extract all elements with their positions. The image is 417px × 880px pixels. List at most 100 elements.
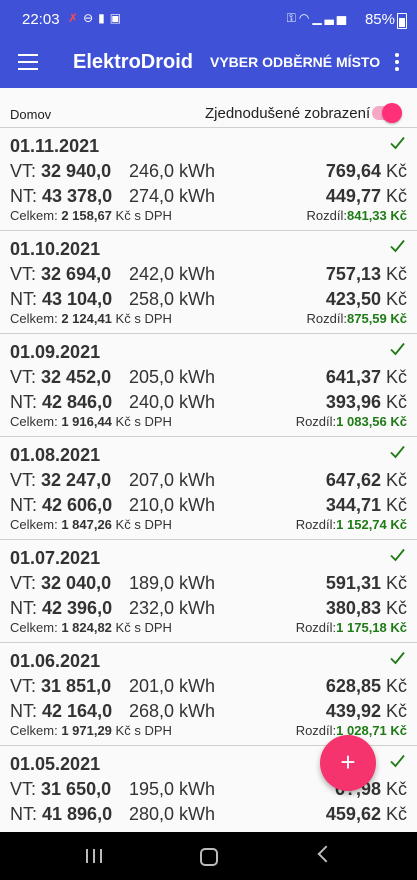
add-reading-button[interactable]: +: [320, 735, 376, 791]
diff-value: 1 175,18 Kč: [336, 620, 407, 635]
total-label: Celkem:: [10, 723, 58, 738]
nt-currency: Kč: [385, 804, 407, 824]
total-value: 1 916,44: [61, 414, 112, 429]
nt-row: NT: 42 396,0: [10, 598, 112, 619]
total-label: Celkem:: [10, 414, 58, 429]
entry-total: Celkem: 2 124,41 Kč s DPH: [10, 311, 172, 326]
simplified-view-toggle[interactable]: [368, 103, 402, 123]
nt-meter: 42 606,0: [42, 495, 113, 515]
nt-meter: 43 378,0: [42, 186, 113, 206]
entry-date: 01.10.2021: [10, 239, 101, 259]
system-icons: ⚿◠▁▃▅: [287, 11, 349, 26]
nt-price: 459,62 Kč: [326, 804, 407, 825]
vt-price-value: 647,62: [325, 470, 381, 490]
vt-meter: 32 940,0: [41, 161, 112, 181]
vt-price: 628,85 Kč: [326, 676, 407, 697]
diff-label: Rozdíl:: [306, 208, 347, 223]
chart-icon: ▮: [98, 11, 110, 25]
vt-row: VT: 31 650,0: [10, 779, 111, 800]
vt-label: VT:: [10, 779, 37, 799]
nt-currency: Kč: [385, 392, 407, 412]
readings-list[interactable]: 01.11.2021 VT: 32 940,0 246,0 kWh 769,64…: [0, 127, 417, 831]
reading-entry[interactable]: 01.09.2021 VT: 32 452,0 205,0 kWh 641,37…: [0, 333, 417, 436]
vt-currency: Kč: [385, 573, 407, 593]
vt-currency: Kč: [385, 676, 407, 696]
vt-price-value: 641,37: [325, 367, 381, 387]
nt-currency: Kč: [385, 289, 407, 309]
more-options-icon[interactable]: [395, 53, 399, 74]
vt-price-value: 628,85: [325, 676, 381, 696]
vt-price: 647,62 Kč: [326, 470, 407, 491]
nt-kwh: 280,0 kWh: [129, 804, 216, 824]
reading-entry[interactable]: 01.06.2021 VT: 31 851,0 201,0 kWh 628,85…: [0, 642, 417, 745]
reading-entry[interactable]: 01.11.2021 VT: 32 940,0 246,0 kWh 769,64…: [0, 127, 417, 230]
nt-price-value: 449,77: [325, 186, 381, 206]
back-icon[interactable]: [317, 845, 335, 863]
vt-price: 591,31 Kč: [326, 573, 407, 594]
nt-price-value: 380,83: [325, 598, 381, 618]
home-icon[interactable]: [200, 848, 218, 866]
vt-label: VT:: [10, 676, 37, 696]
recents-icon[interactable]: [86, 849, 102, 863]
check-icon: [390, 651, 405, 665]
nt-kwh: 274,0 kWh: [129, 186, 216, 206]
reading-entry[interactable]: 01.08.2021 VT: 32 247,0 207,0 kWh 647,62…: [0, 436, 417, 539]
vt-kwh: 246,0 kWh: [129, 161, 216, 181]
nt-row: NT: 43 104,0: [10, 289, 112, 310]
total-value: 1 824,82: [61, 620, 112, 635]
total-label: Celkem:: [10, 620, 58, 635]
app-bar: ElektroDroid VYBER ODBĚRNÉ MÍSTO: [0, 40, 417, 88]
nt-currency: Kč: [385, 598, 407, 618]
entry-diff: Rozdíl:1 175,18 Kč: [296, 620, 407, 635]
diff-value: 875,59 Kč: [347, 311, 407, 326]
vt-kwh: 242,0 kWh: [129, 264, 216, 284]
nt-kwh: 210,0 kWh: [129, 495, 216, 515]
nt-price: 344,71 Kč: [326, 495, 407, 516]
battery-percent: 85%: [364, 11, 395, 28]
vt-kwh: 201,0 kWh: [129, 676, 216, 696]
entry-total: Celkem: 1 971,29 Kč s DPH: [10, 723, 172, 738]
vt-currency: Kč: [385, 779, 407, 799]
vt-label: VT:: [10, 367, 37, 387]
check-icon: [390, 548, 405, 562]
vt-kwh: 189,0 kWh: [129, 573, 216, 593]
vt-kwh: 195,0 kWh: [129, 779, 216, 799]
nt-price-value: 439,92: [325, 701, 381, 721]
nt-price-value: 459,62: [325, 804, 381, 824]
diff-value: 841,33 Kč: [347, 208, 407, 223]
vt-meter: 32 452,0: [41, 367, 112, 387]
vt-price: 757,13 Kč: [326, 264, 407, 285]
nt-currency: Kč: [385, 701, 407, 721]
diff-label: Rozdíl:: [295, 620, 337, 635]
nt-row: NT: 41 896,0: [10, 804, 112, 825]
vt-row: VT: 32 247,0: [10, 470, 111, 491]
vt-row: VT: 31 851,0: [10, 676, 111, 697]
vt-meter: 31 650,0: [41, 779, 112, 799]
entry-diff: Rozdíl:1 083,56 Kč: [296, 414, 407, 429]
status-bar: 22:03 ✗⊖▮▣ ⚿◠▁▃▅ 85%: [0, 0, 417, 40]
image-icon: ▣: [109, 11, 127, 25]
nt-label: NT:: [10, 392, 37, 412]
select-place-button[interactable]: VYBER ODBĚRNÉ MÍSTO: [210, 54, 380, 70]
simplified-view-label: Zjednodušené zobrazení: [205, 105, 371, 122]
total-suffix: Kč s DPH: [115, 414, 172, 429]
nt-price-value: 423,50: [325, 289, 381, 309]
signal-icon: ▁▃▅: [312, 11, 349, 25]
diff-label: Rozdíl:: [295, 414, 337, 429]
reading-entry[interactable]: 01.10.2021 VT: 32 694,0 242,0 kWh 757,13…: [0, 230, 417, 333]
menu-icon[interactable]: [18, 54, 38, 74]
vt-currency: Kč: [385, 470, 407, 490]
vt-meter: 32 694,0: [41, 264, 112, 284]
app-title: ElektroDroid: [73, 51, 194, 73]
vt-label: VT:: [10, 161, 37, 181]
nt-label: NT:: [10, 804, 37, 824]
nt-price: 449,77 Kč: [326, 186, 407, 207]
vt-meter: 31 851,0: [41, 676, 112, 696]
nt-price: 380,83 Kč: [326, 598, 407, 619]
nt-kwh: 240,0 kWh: [129, 392, 216, 412]
entry-diff: Rozdíl:841,33 Kč: [307, 208, 407, 223]
reading-entry[interactable]: 01.07.2021 VT: 32 040,0 189,0 kWh 591,31…: [0, 539, 417, 642]
diff-label: Rozdíl:: [295, 723, 337, 738]
entry-date: 01.11.2021: [10, 136, 100, 156]
total-value: 1 971,29: [61, 723, 112, 738]
